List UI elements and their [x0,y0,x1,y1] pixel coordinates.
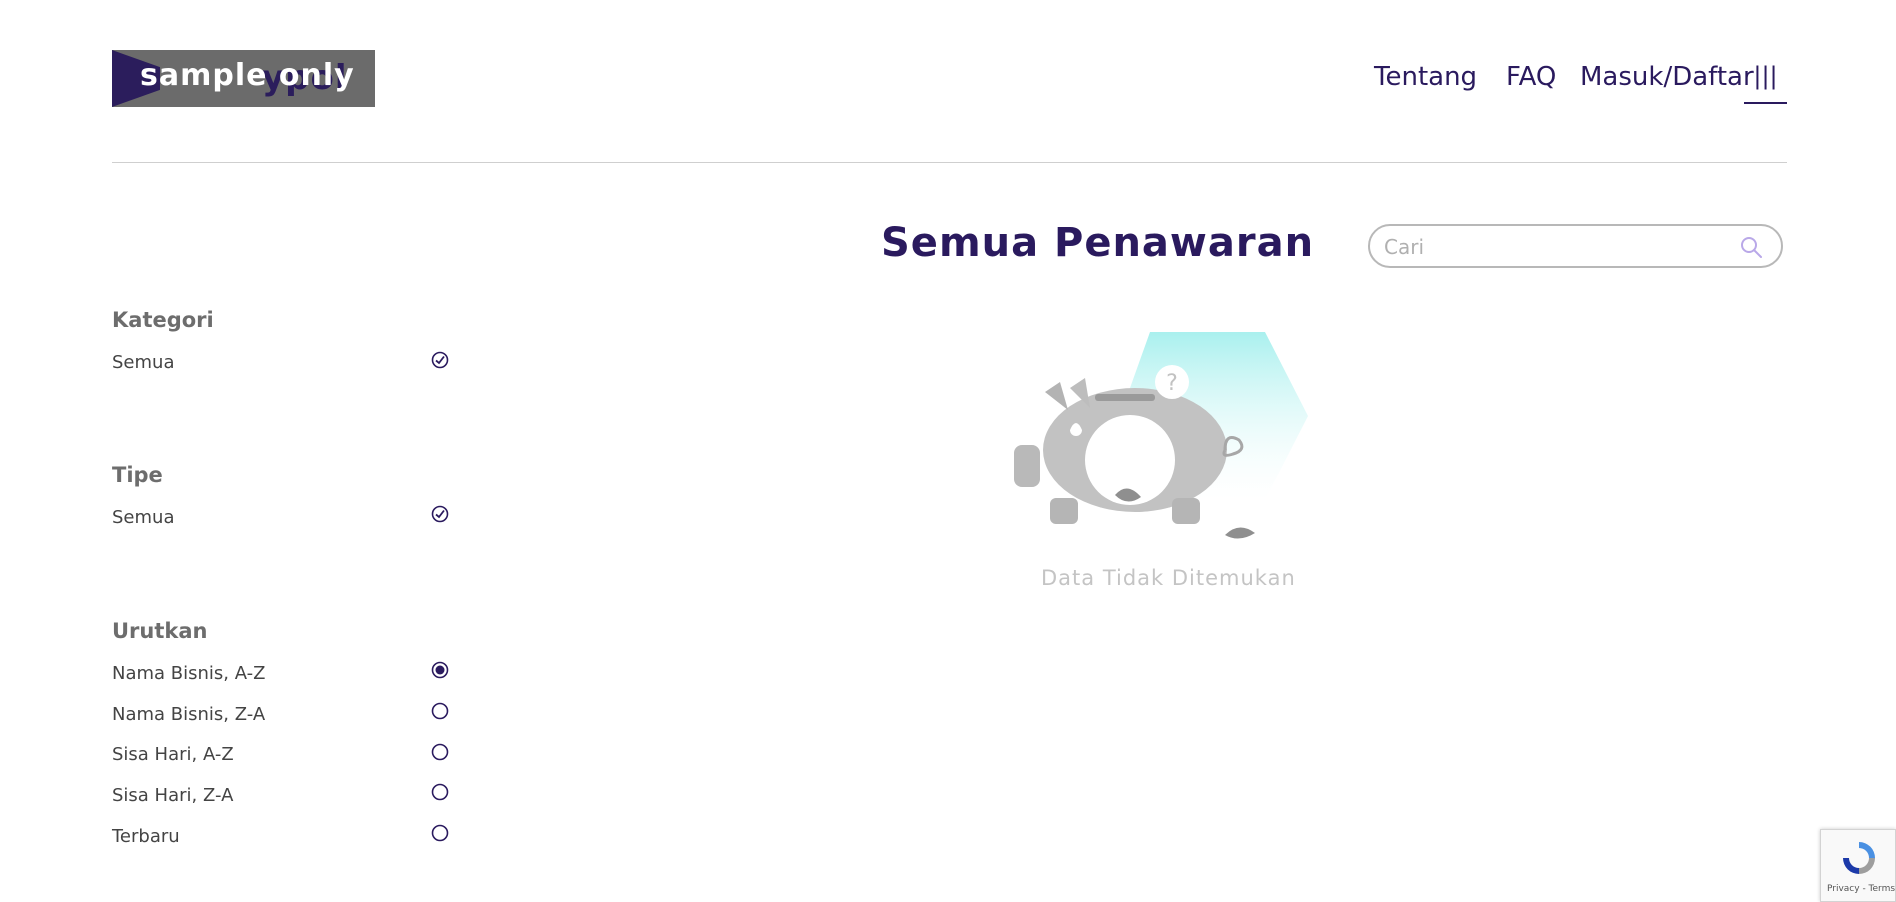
sort-option-label: Nama Bisnis, Z-A [112,704,266,725]
hamburger-menu-icon[interactable]: ||| [1744,62,1787,104]
search-box [1368,224,1783,268]
sort-option-label: Nama Bisnis, A-Z [112,663,266,684]
sort-option-label: Terbaru [112,826,180,847]
logo-watermark: sample only [140,58,355,93]
empty-state-message: Data Tidak Ditemukan [1041,566,1296,590]
tipe-option-label: Semua [112,507,175,528]
header-divider [112,162,1787,163]
filter-heading-tipe: Tipe [112,463,163,487]
kategori-option-label: Semua [112,352,175,373]
kategori-semua-checkbox[interactable] [431,351,449,369]
nav-item-tentang[interactable]: Tentang [1374,62,1477,92]
question-badge: ? [1166,371,1178,396]
search-icon[interactable] [1739,235,1763,259]
search-input[interactable] [1382,232,1726,262]
sort-radio-nama-za[interactable] [431,702,449,720]
filter-heading-kategori: Kategori [112,308,214,332]
sort-radio-nama-az[interactable] [431,661,449,679]
tipe-semua-checkbox[interactable] [431,505,449,523]
recaptcha-icon [1843,842,1875,874]
recaptcha-badge[interactable]: Privacy - Terms [1820,829,1896,902]
page-title: Semua Penawaran [881,220,1315,266]
recaptcha-footer-links[interactable]: Privacy - Terms [1827,884,1895,894]
filter-heading-urutkan: Urutkan [112,619,208,643]
sort-option-label: Sisa Hari, A-Z [112,744,234,765]
sort-radio-sisa-za[interactable] [431,783,449,801]
nav-item-faq[interactable]: FAQ [1506,62,1556,92]
piggy-bank-icon: ? [1014,332,1308,539]
nav-item-masuk-daftar[interactable]: Masuk/Daftar [1580,62,1754,92]
sort-option-label: Sisa Hari, Z-A [112,785,234,806]
sort-radio-sisa-az[interactable] [431,743,449,761]
site-logo[interactable]: ypol sample only [112,50,375,107]
sort-radio-terbaru[interactable] [431,824,449,842]
